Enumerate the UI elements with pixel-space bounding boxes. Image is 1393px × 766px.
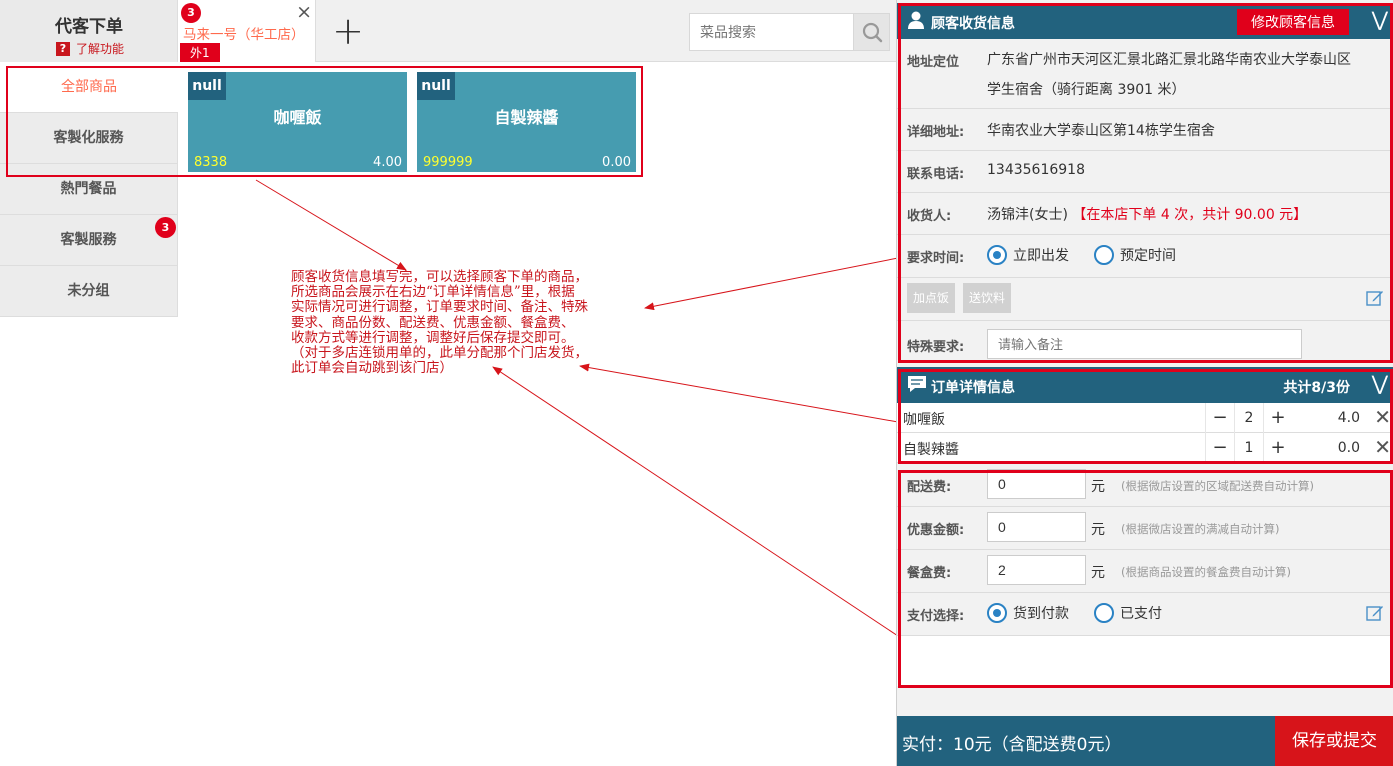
- right-panel: 顾客收货信息 修改顾客信息 ⋁ 地址定位 广东省广州市天河区汇景北路汇景北路华南…: [896, 0, 1393, 766]
- highlight-frame: [898, 3, 1393, 363]
- highlight-frame: [898, 369, 1393, 464]
- checkout-footer: 实付：10元（含配送费0元） 保存或提交: [897, 716, 1393, 766]
- save-submit-button[interactable]: 保存或提交: [1275, 716, 1393, 766]
- highlight-frame: [898, 470, 1393, 688]
- total-amount: 实付：10元（含配送费0元）: [902, 735, 1122, 755]
